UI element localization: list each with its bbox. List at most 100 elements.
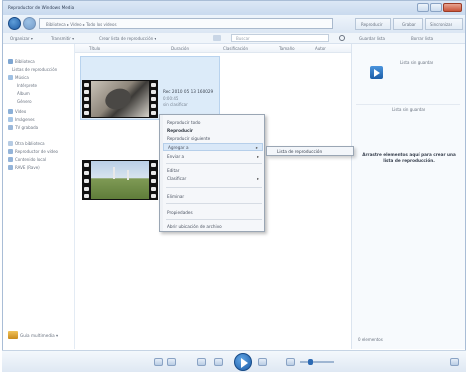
menu-rate[interactable]: Clasificar ▸ bbox=[167, 175, 259, 181]
stream-menu[interactable]: Transmitir ▾ bbox=[51, 36, 74, 41]
nav-item-label: Imágenes bbox=[15, 116, 35, 122]
menu-add-to[interactable]: Agregar a ▸ bbox=[163, 143, 263, 151]
search-input[interactable]: Buscar bbox=[231, 34, 329, 42]
play-list-icon[interactable] bbox=[370, 66, 383, 79]
menu-properties[interactable]: Propiedades bbox=[167, 209, 193, 215]
nav-item-label: Vídeo bbox=[15, 108, 27, 114]
tab-burn-label: Grabar bbox=[402, 22, 416, 27]
search-icon[interactable] bbox=[339, 35, 345, 41]
menu-edit[interactable]: Editar bbox=[167, 167, 179, 173]
tab-burn[interactable]: Grabar bbox=[393, 18, 423, 30]
play-button[interactable] bbox=[234, 353, 252, 371]
address-bar: Biblioteca ▸ Vídeo ▸ Todo los vídeos Rep… bbox=[3, 15, 465, 33]
video-icon bbox=[8, 108, 13, 114]
volume-thumb[interactable] bbox=[308, 359, 313, 365]
nav-item-video-player[interactable]: Reproductor de vídeo bbox=[8, 148, 58, 154]
nav-item-label: Listas de reproducción bbox=[12, 66, 58, 72]
playback-controls bbox=[2, 350, 466, 372]
tab-play[interactable]: Reproducir bbox=[355, 18, 391, 30]
organize-menu[interactable]: Organizar ▾ bbox=[10, 36, 33, 41]
submenu-arrow-icon: ▸ bbox=[255, 145, 258, 150]
navigation-pane: Biblioteca Listas de reproducción Música… bbox=[3, 44, 75, 349]
minimize-button[interactable] bbox=[417, 3, 429, 12]
menu-delete[interactable]: Eliminar bbox=[167, 193, 184, 199]
list-pane: Lista sin guardar Lista sin guardar Arra… bbox=[351, 44, 465, 349]
menu-send-to[interactable]: Enviar a ▸ bbox=[167, 153, 259, 159]
volume-slider[interactable] bbox=[300, 359, 334, 365]
submenu-playlist[interactable]: Lista de reproducción bbox=[277, 149, 322, 154]
forward-button[interactable] bbox=[23, 17, 36, 30]
nav-item-library[interactable]: Biblioteca bbox=[8, 58, 35, 64]
add-to-submenu: Lista de reproducción bbox=[266, 146, 354, 156]
list-title: Lista sin guardar bbox=[400, 60, 434, 65]
nav-item-genre[interactable]: Género bbox=[17, 98, 32, 104]
context-menu: Reproducir todo Reproducir Reproducir si… bbox=[159, 114, 265, 232]
video-thumbnail[interactable] bbox=[82, 80, 158, 118]
nav-item-recorded-tv[interactable]: TV grabada bbox=[8, 124, 38, 130]
view-options-icon[interactable] bbox=[213, 35, 221, 41]
save-list-button[interactable]: Guardar lista bbox=[359, 36, 385, 41]
create-list-menu[interactable]: Crear lista de reproducción ▾ bbox=[99, 36, 156, 41]
search-placeholder: Buscar bbox=[236, 36, 250, 41]
nav-item-label: RAVE (Rave) bbox=[15, 164, 40, 170]
menu-play-all[interactable]: Reproducir todo bbox=[167, 119, 200, 125]
media-guide-button[interactable]: Guía multimedia ▾ bbox=[8, 331, 59, 339]
nav-item-playlists[interactable]: Listas de reproducción bbox=[12, 66, 57, 72]
drag-hint: Arrastre elementos aquí para crear una l… bbox=[362, 152, 456, 163]
column-rating[interactable]: Clasificación bbox=[223, 46, 248, 51]
stop-button[interactable] bbox=[197, 358, 206, 366]
menu-rate-label: Clasificar bbox=[167, 175, 187, 181]
nav-item-other-library[interactable]: Otra biblioteca bbox=[8, 140, 45, 146]
next-button[interactable] bbox=[258, 358, 267, 366]
nav-item-label: Intérprete bbox=[17, 82, 37, 88]
nav-item-label: Biblioteca bbox=[15, 58, 35, 64]
window-title: Reproductor de Windows Media bbox=[8, 5, 75, 10]
mute-button[interactable] bbox=[286, 358, 295, 366]
device-icon bbox=[8, 164, 13, 170]
media-guide-label: Guía multimedia ▾ bbox=[20, 332, 59, 338]
nav-item-video[interactable]: Vídeo bbox=[8, 108, 26, 114]
toolbar: Organizar ▾ Transmitir ▾ Crear lista de … bbox=[3, 33, 465, 44]
clear-list-button[interactable]: Borrar lista bbox=[411, 36, 433, 41]
menu-play[interactable]: Reproducir bbox=[167, 127, 193, 133]
video-frame-image bbox=[91, 81, 149, 117]
previous-button[interactable] bbox=[214, 358, 223, 366]
nav-item-local-content[interactable]: Contenido local bbox=[8, 156, 46, 162]
column-author[interactable]: Autor bbox=[315, 46, 326, 51]
nav-item-label: Música bbox=[15, 74, 29, 80]
back-button[interactable] bbox=[8, 17, 21, 30]
nav-item-label: Género bbox=[17, 98, 32, 104]
nav-item-artist[interactable]: Intérprete bbox=[17, 82, 37, 88]
nav-item-album[interactable]: Álbum bbox=[17, 90, 30, 96]
untitled-list-label: Lista sin guardar bbox=[392, 107, 426, 112]
maximize-button[interactable] bbox=[430, 3, 442, 12]
nav-item-label: TV grabada bbox=[15, 124, 39, 130]
menu-open-location[interactable]: Abrir ubicación de archivo bbox=[167, 223, 222, 229]
tab-sync[interactable]: Sincronizar bbox=[425, 18, 463, 30]
video-frame-image-2 bbox=[91, 161, 149, 199]
player-icon bbox=[8, 148, 13, 154]
tab-sync-label: Sincronizar bbox=[430, 22, 453, 27]
menu-play-next[interactable]: Reproducir siguiente bbox=[167, 135, 210, 141]
nav-item-label: Contenido local bbox=[15, 156, 47, 162]
close-button[interactable] bbox=[443, 3, 462, 12]
nav-item-label: Reproductor de vídeo bbox=[15, 148, 59, 154]
column-title[interactable]: Título bbox=[89, 46, 100, 51]
video-thumbnail-2[interactable] bbox=[82, 160, 158, 200]
video-rating: sin clasificar bbox=[163, 102, 188, 107]
video-duration: 0:00:45 bbox=[163, 96, 179, 101]
column-duration[interactable]: Duración bbox=[171, 46, 189, 51]
play-icon bbox=[241, 358, 248, 368]
pictures-icon bbox=[8, 116, 13, 122]
other-library-icon bbox=[8, 140, 13, 146]
column-size[interactable]: Tamaño bbox=[279, 46, 295, 51]
media-guide-icon bbox=[8, 331, 18, 339]
repeat-button[interactable] bbox=[167, 358, 176, 366]
switch-to-now-playing-button[interactable] bbox=[450, 358, 459, 366]
nav-item-pictures[interactable]: Imágenes bbox=[8, 116, 35, 122]
shuffle-button[interactable] bbox=[154, 358, 163, 366]
nav-item-rave[interactable]: RAVE (Rave) bbox=[8, 164, 40, 170]
submenu-arrow-icon: ▸ bbox=[257, 153, 260, 159]
nav-item-music[interactable]: Música bbox=[8, 74, 29, 80]
breadcrumb[interactable]: Biblioteca ▸ Vídeo ▸ Todo los vídeos bbox=[39, 18, 333, 29]
